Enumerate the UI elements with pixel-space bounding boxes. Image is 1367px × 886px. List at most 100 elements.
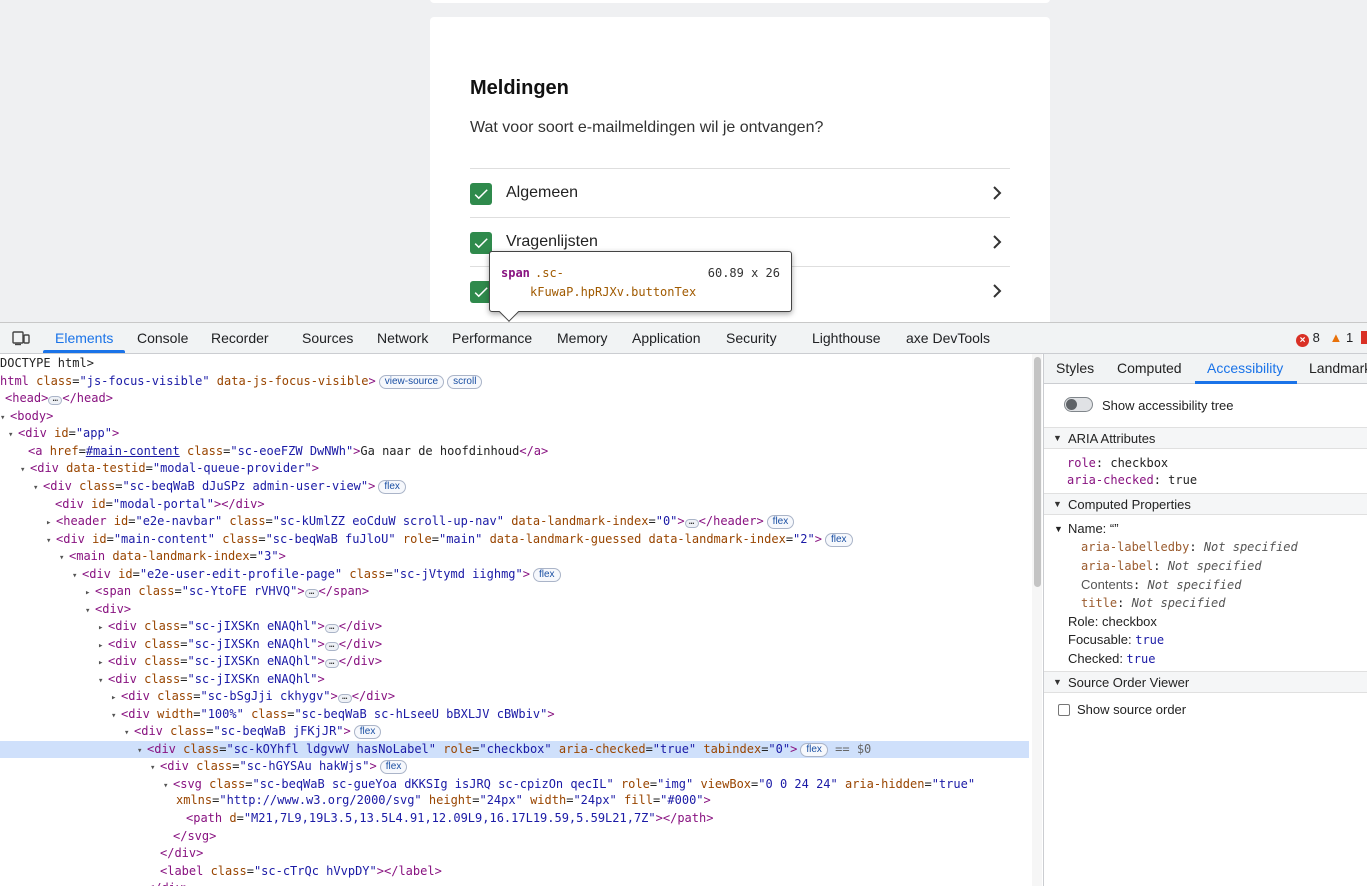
show-source-order-label: Show source order [1077, 702, 1187, 717]
page-subtitle: Wat voor soort e-mailmeldingen wil je on… [470, 119, 824, 136]
check-icon [474, 287, 488, 298]
source-order-section-header[interactable]: ▼ Source Order Viewer [1044, 671, 1367, 693]
page-title: Meldingen [470, 77, 569, 99]
tab-console[interactable]: Console [137, 330, 188, 346]
computed-role: Role: checkbox [1068, 614, 1157, 629]
more-issues-icon [1360, 331, 1367, 344]
notification-row-general[interactable]: Algemeen [470, 168, 1010, 217]
triangle-down-icon: ▼ [1053, 433, 1062, 443]
tab-memory[interactable]: Memory [557, 330, 608, 346]
tooltip-class-2: kFuwaP.hpRJXv.buttonTex [530, 285, 697, 299]
tab-sources[interactable]: Sources [302, 330, 353, 346]
triangle-down-icon[interactable]: ▼ [1054, 524, 1063, 534]
dom-tree[interactable]: DOCTYPE html> html class="js-focus-visib… [0, 354, 1030, 886]
tab-axe-devtools[interactable]: axe DevTools [906, 330, 990, 346]
active-tab-indicator [43, 350, 125, 353]
dom-line[interactable]: </div> [160, 845, 203, 862]
dom-line[interactable]: ▾ <div id="app"> [8, 425, 119, 442]
dom-line[interactable]: <head>… </head> [5, 390, 113, 407]
chevron-right-icon[interactable] [990, 185, 1004, 201]
triangle-down-icon: ▼ [1053, 677, 1062, 687]
dom-line[interactable]: ▾ <div class="sc-beqWaB jFKjJR"> flex [124, 723, 382, 740]
ellipsis-icon[interactable]: … [48, 395, 63, 405]
dom-line[interactable]: ▾ <div id="e2e-user-edit-profile-page" cl… [72, 566, 561, 583]
previous-card [430, 0, 1050, 3]
dom-line[interactable]: ▾ <div data-testid="modal-queue-provider"… [20, 460, 319, 477]
aria-section-header[interactable]: ▼ ARIA Attributes [1044, 427, 1367, 449]
computed-name: Name: “” [1068, 521, 1119, 536]
dom-line[interactable]: ▸ <div class="sc-jIXSKn eNAQhl">… </div> [98, 653, 382, 670]
dom-line[interactable]: ▾ <div id="main-content" class="sc-beqWaB… [46, 531, 853, 548]
dom-line[interactable]: DOCTYPE html> [0, 355, 94, 372]
dom-line[interactable]: <div id="modal-portal"></div> [55, 496, 265, 513]
tooltip-class-1: .sc- [535, 266, 564, 280]
dom-line[interactable]: ▾ <div class="sc-hGYSAu hakWjs"> flex [150, 758, 408, 775]
name-source-labelledby: aria-labelledby: Not specified [1081, 540, 1298, 554]
computed-focusable: Focusable: true [1068, 632, 1165, 647]
view-source-badge[interactable]: view-source [378, 375, 445, 389]
chevron-right-icon[interactable] [990, 234, 1004, 250]
tooltip-dimensions: 60.89 x 26 [707, 266, 780, 280]
tab-styles[interactable]: Styles [1056, 360, 1094, 376]
computed-checked: Checked: true [1068, 651, 1156, 666]
warning-count: 1 [1345, 330, 1354, 345]
dom-line[interactable]: ▾ <div class="sc-beqWaB dJuSPz admin-user… [33, 478, 406, 495]
dom-line[interactable]: ▸ <div class="sc-jIXSKn eNAQhl">… </div> [98, 636, 382, 653]
tab-performance[interactable]: Performance [452, 330, 532, 346]
tab-landmark[interactable]: Landmark [1309, 360, 1367, 376]
tab-lighthouse[interactable]: Lighthouse [812, 330, 881, 346]
side-panel: Styles Computed Accessibility Landmark S… [1044, 354, 1367, 886]
toggle-knob [1066, 399, 1077, 410]
tab-accessibility[interactable]: Accessibility [1207, 360, 1283, 376]
dom-line[interactable]: xmlns="http://www.w3.org/2000/svg" heigh… [176, 792, 711, 809]
dom-line[interactable]: ▾ <div> [85, 601, 131, 618]
row-label: Vragenlijsten [506, 233, 598, 250]
checkbox[interactable] [470, 183, 492, 205]
aria-attr-role: role: checkbox [1067, 456, 1169, 470]
device-toolbar-icon[interactable] [12, 330, 30, 346]
dom-line[interactable]: ▾ <svg class="sc-beqWaB sc-gueYoa dKKSIg … [163, 776, 975, 793]
error-icon: × [1296, 334, 1309, 347]
dom-line[interactable]: html class="js-focus-visible" data-js-fo… [0, 373, 483, 390]
screen: { "page": { "title": "Meldingen", "subti… [0, 0, 1367, 886]
triangle-down-icon: ▼ [1053, 499, 1062, 509]
devtools-tabbar: Elements Console Recorder Sources Networ… [0, 323, 1367, 354]
inspect-tooltip: span .sc- kFuwaP.hpRJXv.buttonTex 60.89 … [489, 251, 792, 322]
dom-line[interactable]: ▸ <div class="sc-jIXSKn eNAQhl">… </div> [98, 618, 382, 635]
show-source-order-checkbox[interactable] [1058, 704, 1070, 716]
dom-line[interactable]: ▸ <div class="sc-bSgJji ckhygv">… </div> [111, 688, 395, 705]
tab-computed[interactable]: Computed [1117, 360, 1182, 376]
tooltip-tag: span [501, 266, 530, 280]
devtools-panel: Elements Console Recorder Sources Networ… [0, 322, 1367, 886]
side-active-indicator [1195, 381, 1297, 384]
dom-line[interactable]: ▸ <header id="e2e-navbar" class="sc-kUmlZ… [46, 513, 795, 530]
issues-counter[interactable]: × 8 ▲ 1 [1296, 330, 1367, 347]
dom-line[interactable]: ▾ <div width="100%" class="sc-beqWaB sc-h… [111, 706, 555, 723]
dom-line[interactable]: <path d="M21,7L9,19L3.5,13.5L4.91,12.09L… [186, 810, 713, 827]
dom-line[interactable]: <a href=#main-content class="sc-eoeFZW D… [28, 443, 548, 460]
dom-line-selected[interactable]: ▾ <div class="sc-kOYhfl ldgvwV hasNoLabel… [0, 741, 1029, 758]
tab-security[interactable]: Security [726, 330, 777, 346]
dom-line[interactable]: <label class="sc-cTrQc hVvpDY"></label> [160, 863, 442, 880]
dom-line[interactable]: ▸ <span class="sc-YtoFE rVHVQ">… </span> [85, 583, 369, 600]
dom-line[interactable]: ▾ <body> [0, 408, 53, 425]
tab-network[interactable]: Network [377, 330, 428, 346]
computed-section-header[interactable]: ▼ Computed Properties [1044, 493, 1367, 515]
aria-attr-checked: aria-checked: true [1067, 473, 1198, 487]
dom-line[interactable]: ▾ <main data-landmark-index="3"> [59, 548, 286, 565]
side-tabbar: Styles Computed Accessibility Landmark [1044, 354, 1367, 384]
scroll-badge[interactable]: scroll [447, 375, 483, 389]
tab-application[interactable]: Application [632, 330, 701, 346]
name-source-label: aria-label: Not specified [1081, 559, 1262, 573]
dom-scrollbar-thumb[interactable] [1034, 357, 1041, 587]
row-label: Algemeen [506, 184, 579, 201]
tab-recorder[interactable]: Recorder [211, 330, 269, 346]
tab-elements[interactable]: Elements [55, 330, 113, 346]
dom-line[interactable]: ▾ <div class="sc-jIXSKn eNAQhl"> [98, 671, 325, 688]
dom-line[interactable]: </div> [147, 880, 190, 886]
checkbox[interactable] [470, 232, 492, 254]
error-count: 8 [1312, 330, 1320, 345]
show-tree-toggle[interactable] [1064, 397, 1093, 412]
dom-line[interactable]: </svg> [173, 828, 216, 845]
chevron-right-icon[interactable] [990, 283, 1004, 299]
